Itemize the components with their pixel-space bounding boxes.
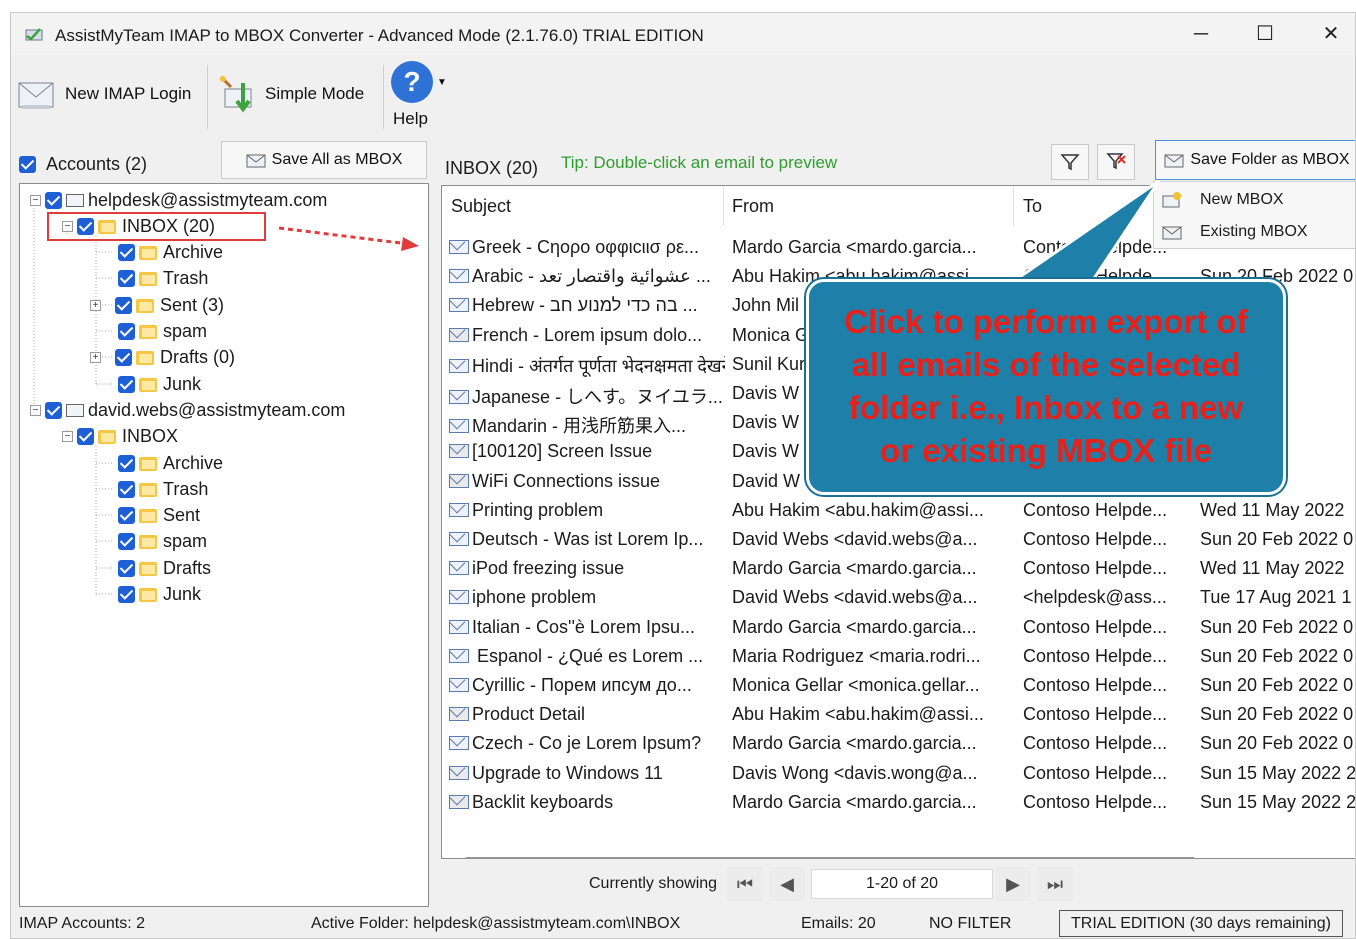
callout-text: Click to perform export of all emails of… (844, 303, 1248, 469)
callout-pointer (1006, 179, 1161, 285)
annotation-arrow-line (278, 226, 410, 246)
annotation-arrow-head (401, 237, 419, 251)
app-window: AssistMyTeam IMAP to MBOX Converter - Ad… (10, 12, 1356, 939)
export-callout: Click to perform export of all emails of… (806, 279, 1286, 495)
